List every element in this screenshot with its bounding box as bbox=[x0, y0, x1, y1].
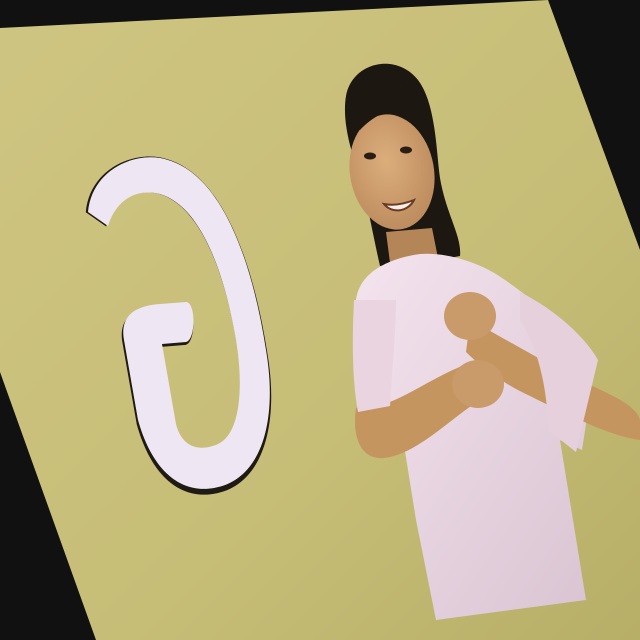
tilted-photo: G bbox=[0, 0, 640, 640]
lower-fist bbox=[452, 360, 504, 408]
video-frame: G bbox=[0, 0, 640, 640]
left-sleeve bbox=[352, 300, 396, 412]
right-eye bbox=[400, 146, 412, 154]
upper-fist bbox=[444, 292, 496, 340]
left-eye bbox=[364, 152, 376, 160]
